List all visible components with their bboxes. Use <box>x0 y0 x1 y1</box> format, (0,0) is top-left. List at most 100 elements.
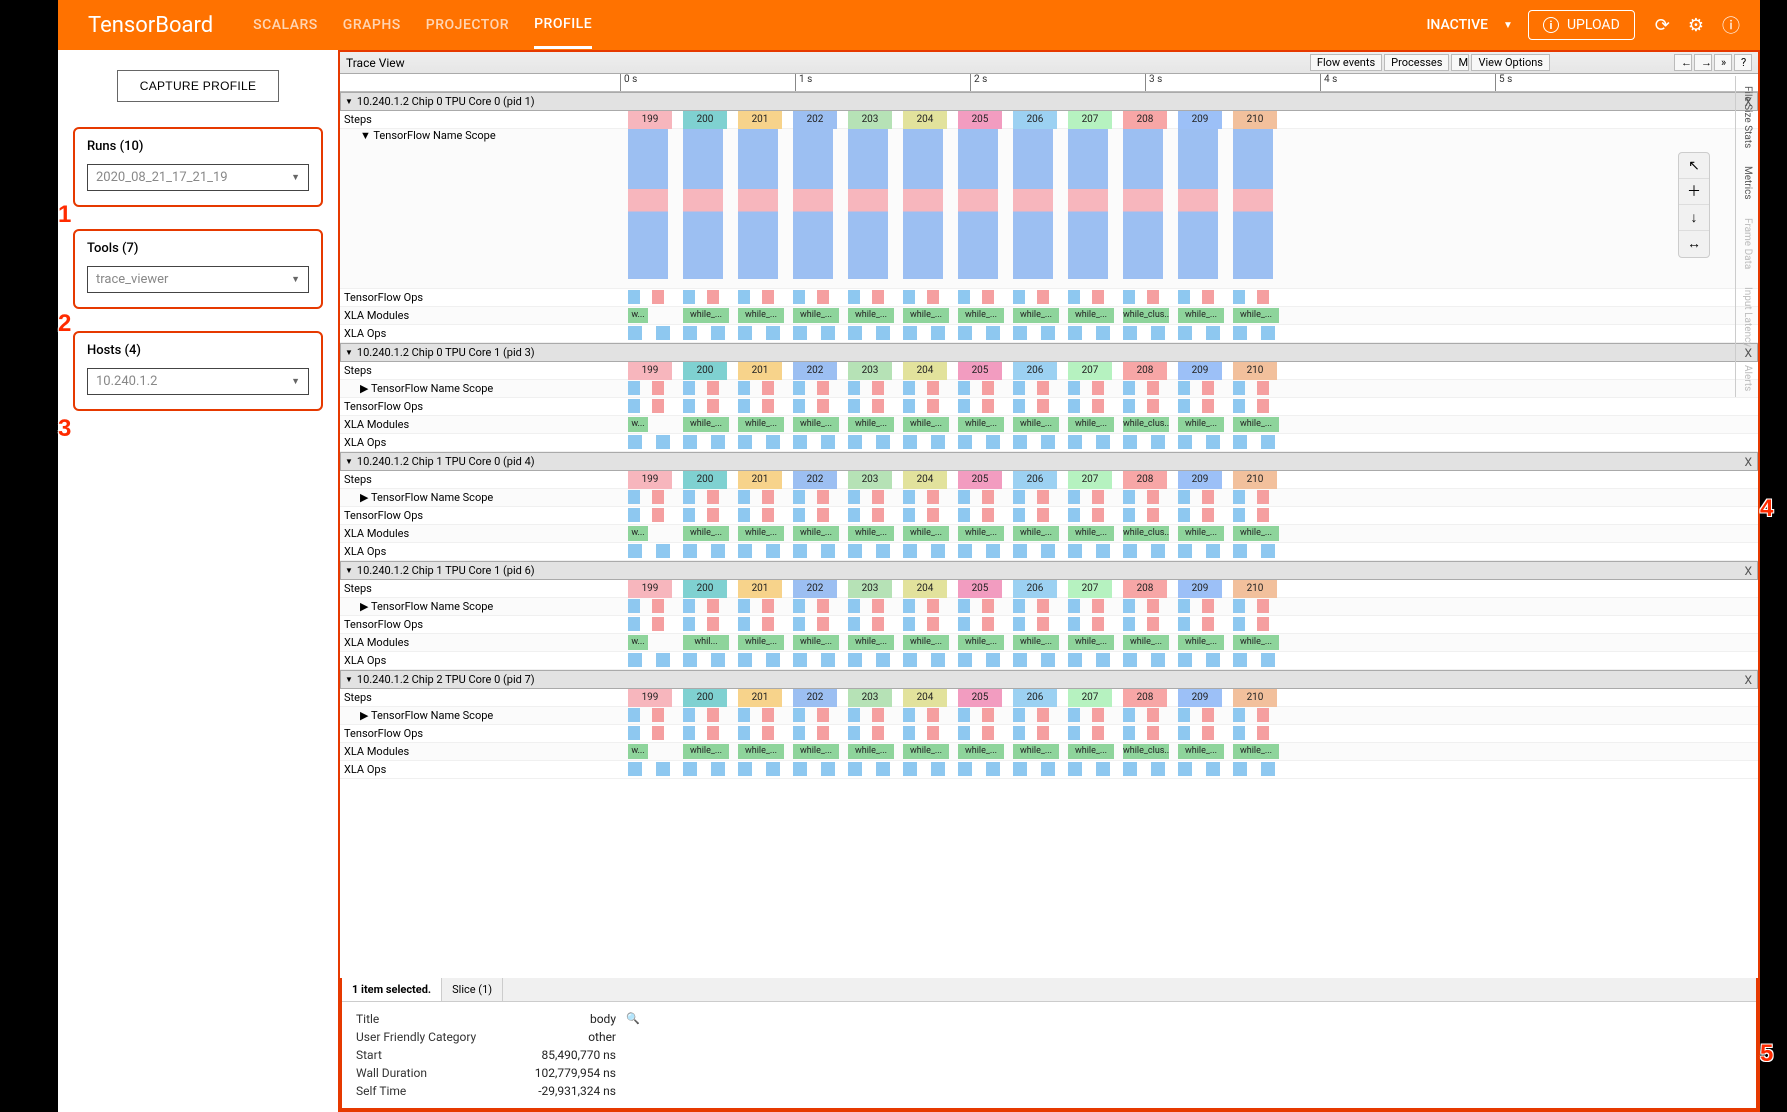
op-block[interactable] <box>1202 617 1214 631</box>
op-block[interactable] <box>628 708 640 722</box>
op-block[interactable] <box>1013 617 1025 631</box>
op-block[interactable] <box>1202 399 1214 413</box>
op-block[interactable] <box>817 490 829 504</box>
pan-tool[interactable]: ↓ <box>1679 205 1709 231</box>
xla-op-block[interactable] <box>1206 326 1220 340</box>
op-block[interactable] <box>707 399 719 413</box>
op-block[interactable] <box>1233 508 1245 522</box>
step-cell[interactable]: 201 <box>738 580 782 598</box>
op-block[interactable] <box>628 381 640 395</box>
op-block[interactable] <box>1037 617 1049 631</box>
step-cell[interactable]: 203 <box>848 580 892 598</box>
xla-op-block[interactable] <box>711 326 725 340</box>
flame-block[interactable] <box>628 129 668 279</box>
xla-op-block[interactable] <box>683 326 697 340</box>
xla-op-block[interactable] <box>656 326 670 340</box>
tab-input-latency[interactable]: Input Latency <box>1736 281 1755 353</box>
xla-op-block[interactable] <box>903 326 917 340</box>
op-block[interactable] <box>1037 726 1049 740</box>
xla-op-block[interactable] <box>1041 762 1055 776</box>
step-cell[interactable]: 202 <box>793 580 837 598</box>
xla-module-block[interactable]: while_... <box>1013 635 1059 650</box>
op-block[interactable] <box>872 617 884 631</box>
op-block[interactable] <box>982 508 994 522</box>
row-label-namescope[interactable]: ▶ TensorFlow Name Scope <box>340 382 620 395</box>
op-block[interactable] <box>628 726 640 740</box>
xla-op-block[interactable] <box>1261 762 1275 776</box>
xla-op-block[interactable] <box>986 326 1000 340</box>
xla-module-block[interactable]: while_... <box>848 635 894 650</box>
op-block[interactable] <box>628 617 640 631</box>
xla-module-block[interactable]: while_... <box>683 526 729 541</box>
flame-block[interactable] <box>683 129 723 279</box>
xla-op-block[interactable] <box>931 653 945 667</box>
op-block[interactable] <box>817 726 829 740</box>
xla-module-block[interactable]: w... <box>628 526 648 541</box>
capture-profile-button[interactable]: CAPTURE PROFILE <box>117 70 280 102</box>
op-block[interactable] <box>1257 708 1269 722</box>
op-block[interactable] <box>793 508 805 522</box>
flame-block[interactable] <box>1013 129 1053 279</box>
op-block[interactable] <box>927 508 939 522</box>
xla-module-block[interactable]: while_... <box>683 308 729 323</box>
op-block[interactable] <box>1013 708 1025 722</box>
op-block[interactable] <box>707 381 719 395</box>
xla-op-block[interactable] <box>1151 544 1165 558</box>
op-block[interactable] <box>872 726 884 740</box>
op-block[interactable] <box>1178 599 1190 613</box>
op-block[interactable] <box>738 381 750 395</box>
op-block[interactable] <box>982 599 994 613</box>
xla-op-block[interactable] <box>986 762 1000 776</box>
xla-module-block[interactable]: while_... <box>793 308 839 323</box>
op-block[interactable] <box>707 490 719 504</box>
op-block[interactable] <box>958 290 970 304</box>
xla-op-block[interactable] <box>738 544 752 558</box>
step-cell[interactable]: 199 <box>628 111 672 129</box>
nav-scalars[interactable]: SCALARS <box>253 3 318 47</box>
op-block[interactable] <box>738 708 750 722</box>
xla-module-block[interactable]: while_... <box>958 744 1004 759</box>
op-block[interactable] <box>1092 617 1104 631</box>
step-cell[interactable]: 200 <box>683 471 727 489</box>
op-block[interactable] <box>1202 490 1214 504</box>
xla-op-block[interactable] <box>821 653 835 667</box>
flame-block[interactable] <box>1068 129 1108 279</box>
pid-header[interactable]: ▼10.240.1.2 Chip 1 TPU Core 0 (pid 4)X <box>340 452 1758 471</box>
step-cell[interactable]: 207 <box>1068 471 1112 489</box>
timeline-ruler[interactable]: 0 s 1 s 2 s 3 s 4 s 5 s <box>340 74 1758 92</box>
xla-op-block[interactable] <box>628 326 642 340</box>
op-block[interactable] <box>738 399 750 413</box>
step-cell[interactable]: 207 <box>1068 689 1112 707</box>
xla-op-block[interactable] <box>1206 435 1220 449</box>
op-block[interactable] <box>1257 726 1269 740</box>
op-block[interactable] <box>1068 708 1080 722</box>
xla-op-block[interactable] <box>1206 653 1220 667</box>
xla-op-block[interactable] <box>1206 762 1220 776</box>
op-block[interactable] <box>1013 599 1025 613</box>
op-block[interactable] <box>707 726 719 740</box>
xla-module-block[interactable]: w... <box>628 744 648 759</box>
xla-op-block[interactable] <box>766 435 780 449</box>
xla-op-block[interactable] <box>848 544 862 558</box>
xla-module-block[interactable]: while_... <box>683 417 729 432</box>
processes-button[interactable]: Processes <box>1384 54 1449 71</box>
runs-select[interactable]: 2020_08_21_17_21_19 ▼ <box>87 164 309 191</box>
xla-module-block[interactable]: while_... <box>903 308 949 323</box>
upload-button[interactable]: i UPLOAD <box>1528 10 1635 40</box>
op-block[interactable] <box>982 617 994 631</box>
op-block[interactable] <box>1147 508 1159 522</box>
xla-op-block[interactable] <box>1068 544 1082 558</box>
xla-module-block[interactable]: while_... <box>683 744 729 759</box>
xla-op-block[interactable] <box>1261 435 1275 449</box>
op-block[interactable] <box>848 381 860 395</box>
op-block[interactable] <box>1092 726 1104 740</box>
step-cell[interactable]: 203 <box>848 471 892 489</box>
op-block[interactable] <box>1013 381 1025 395</box>
op-block[interactable] <box>872 399 884 413</box>
op-block[interactable] <box>762 399 774 413</box>
op-block[interactable] <box>1257 290 1269 304</box>
op-block[interactable] <box>1092 381 1104 395</box>
op-block[interactable] <box>1257 381 1269 395</box>
op-block[interactable] <box>872 708 884 722</box>
xla-op-block[interactable] <box>931 326 945 340</box>
